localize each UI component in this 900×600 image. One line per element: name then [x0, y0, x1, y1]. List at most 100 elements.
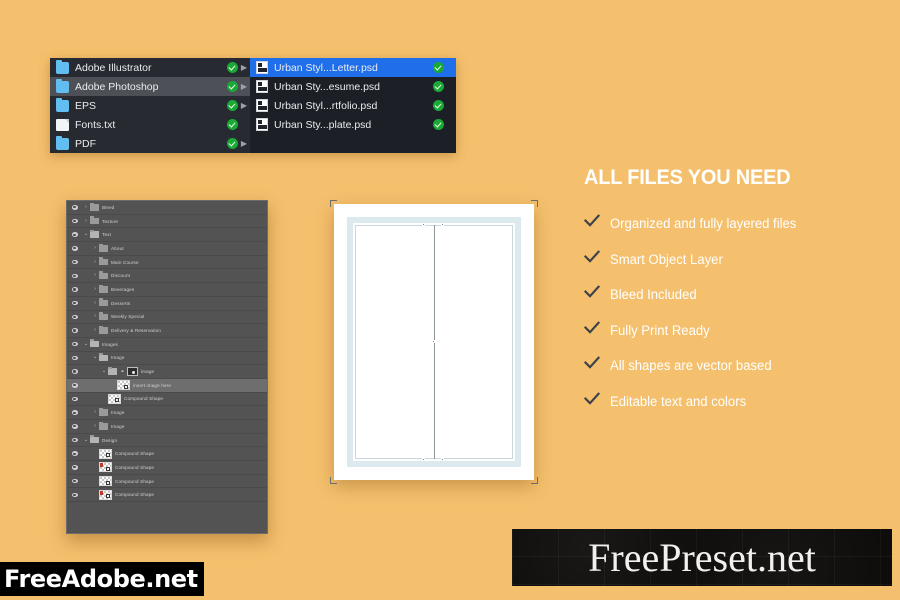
- layer-thumbnail[interactable]: [108, 393, 121, 404]
- layer-row[interactable]: ›Compound Shape: [67, 447, 267, 462]
- file-browser-right-column[interactable]: Urban Styl...Letter.psd▶Urban Sty...esum…: [250, 58, 456, 153]
- layer-row[interactable]: ⌄ Image: [67, 352, 267, 366]
- layer-row[interactable]: ⌄ Images: [67, 338, 267, 352]
- layer-row[interactable]: ›Compound Shape: [67, 393, 267, 407]
- layer-row[interactable]: › About: [67, 242, 267, 256]
- layer-row[interactable]: › Desserts: [67, 297, 267, 311]
- layer-visibility-eye-icon[interactable]: [67, 314, 82, 320]
- layer-visibility-eye-icon[interactable]: [67, 300, 82, 306]
- file-browser-left-column[interactable]: Adobe Illustrator ▶ Adobe Photoshop ▶ EPS ▶ Fo…: [50, 58, 250, 153]
- file-browser-row[interactable]: Urban Sty...plate.psd▶: [250, 115, 456, 134]
- guide-anchor-bottom-right[interactable]: [441, 458, 444, 461]
- chevron-right-icon[interactable]: ›: [82, 204, 90, 210]
- layer-row[interactable]: › Main Course: [67, 256, 267, 270]
- chevron-right-icon[interactable]: ›: [91, 286, 99, 292]
- layer-visibility-eye-icon[interactable]: [67, 355, 82, 361]
- photoshop-layers-panel[interactable]: › Bleed › Texture ⌄ Text › About › Main Course › Di…: [66, 200, 268, 534]
- guide-anchor-top-right[interactable]: [441, 223, 444, 226]
- chevron-right-icon[interactable]: ›: [91, 300, 99, 306]
- layer-folder-icon: [90, 435, 99, 444]
- layer-visibility-eye-icon[interactable]: [67, 478, 82, 484]
- layer-visibility-eye-icon[interactable]: [67, 424, 82, 429]
- chevron-right-icon[interactable]: ›: [91, 314, 99, 319]
- layer-visibility-eye-icon[interactable]: [67, 437, 82, 443]
- guide-anchor-bottom-left[interactable]: [422, 458, 425, 461]
- chevron-right-icon[interactable]: ›: [91, 259, 99, 265]
- checkmark-icon: [583, 285, 610, 304]
- layer-name-label: Texture: [102, 218, 119, 224]
- layer-visibility-eye-icon[interactable]: [67, 218, 82, 224]
- layer-visibility-eye-icon[interactable]: [67, 396, 82, 402]
- layer-thumbnail[interactable]: [99, 462, 112, 473]
- file-name-label: Urban Sty...plate.psd: [274, 118, 372, 131]
- layer-row[interactable]: › Bleed: [67, 201, 267, 215]
- file-browser-row[interactable]: EPS ▶: [50, 96, 250, 115]
- layer-row[interactable]: › Image: [67, 406, 267, 420]
- chevron-right-icon[interactable]: ›: [91, 245, 99, 251]
- chevron-right-icon[interactable]: ›: [91, 410, 99, 415]
- layer-row[interactable]: ›insert image here: [67, 378, 267, 393]
- layer-visibility-eye-icon[interactable]: [67, 232, 82, 237]
- disclosure-arrow-icon[interactable]: ▶: [238, 101, 250, 110]
- layer-name-label: Compound Shape: [115, 492, 155, 498]
- chevron-right-icon[interactable]: ›: [82, 218, 90, 224]
- file-browser-row[interactable]: Urban Sty...esume.psd▶: [250, 77, 456, 96]
- disclosure-arrow-icon[interactable]: ▶: [238, 139, 250, 148]
- layer-mask-thumbnail[interactable]: [127, 367, 138, 377]
- psd-file-icon: [256, 118, 268, 131]
- folder-icon: [56, 59, 69, 74]
- layer-row[interactable]: ⌄ Text: [67, 228, 267, 243]
- layer-visibility-eye-icon[interactable]: [67, 273, 82, 279]
- file-browser-row[interactable]: PDF ▶: [50, 134, 250, 153]
- layer-visibility-eye-icon[interactable]: [67, 383, 82, 388]
- layer-thumbnail[interactable]: [99, 476, 112, 487]
- layer-visibility-eye-icon[interactable]: [67, 410, 82, 415]
- chevron-down-icon[interactable]: ⌄: [82, 232, 90, 237]
- layer-row[interactable]: › Beverages: [67, 283, 267, 297]
- layer-visibility-eye-icon[interactable]: [67, 246, 82, 251]
- layer-thumbnail[interactable]: [117, 380, 130, 391]
- layer-row[interactable]: › Delivery & Reservation: [67, 324, 267, 338]
- guide-anchor-top-left[interactable]: [422, 223, 425, 226]
- file-browser-row[interactable]: Adobe Illustrator ▶: [50, 58, 250, 77]
- file-browser-row[interactable]: Adobe Photoshop ▶: [50, 77, 250, 96]
- guide-anchor-middle[interactable]: [432, 340, 435, 343]
- layer-visibility-eye-icon[interactable]: [67, 465, 82, 470]
- chevron-down-icon[interactable]: ⌄: [82, 341, 90, 347]
- layer-row[interactable]: › Weekly Special: [67, 311, 267, 325]
- layer-row[interactable]: › Texture: [67, 215, 267, 229]
- layer-row[interactable]: › Image: [67, 420, 267, 434]
- layer-row[interactable]: › Discount: [67, 269, 267, 284]
- watermark-right-text: FreePreset.net: [588, 534, 816, 580]
- layer-visibility-eye-icon[interactable]: [67, 287, 82, 292]
- disclosure-arrow-icon[interactable]: ▶: [238, 63, 250, 72]
- layer-visibility-eye-icon[interactable]: [67, 259, 82, 265]
- layer-row[interactable]: ⌄ ⚭ image: [67, 365, 267, 379]
- layer-thumbnail[interactable]: [99, 448, 112, 459]
- layer-visibility-eye-icon[interactable]: [67, 341, 82, 347]
- disclosure-arrow-icon[interactable]: ▶: [238, 82, 250, 91]
- layer-visibility-eye-icon[interactable]: [67, 328, 82, 333]
- chevron-right-icon[interactable]: ›: [91, 273, 99, 278]
- layer-row[interactable]: ›Compound Shape: [67, 461, 267, 475]
- file-browser-row[interactable]: Fonts.txt▶: [50, 115, 250, 134]
- layer-visibility-eye-icon[interactable]: [67, 451, 82, 456]
- chevron-down-icon[interactable]: ⌄: [82, 437, 90, 443]
- chevron-down-icon[interactable]: ⌄: [91, 355, 99, 360]
- chevron-right-icon[interactable]: ›: [91, 423, 99, 429]
- layer-row[interactable]: ⌄ Design: [67, 434, 267, 448]
- layer-visibility-eye-icon[interactable]: [67, 205, 82, 210]
- feature-label: Smart Object Layer: [610, 251, 723, 267]
- layer-visibility-eye-icon[interactable]: [67, 492, 82, 498]
- file-browser-row[interactable]: Urban Styl...rtfolio.psd▶: [250, 96, 456, 115]
- layer-thumbnail[interactable]: [99, 489, 112, 500]
- chevron-down-icon[interactable]: ⌄: [100, 369, 108, 374]
- document-canvas-preview[interactable]: [328, 198, 540, 486]
- file-browser-row[interactable]: Urban Styl...Letter.psd▶: [250, 58, 456, 77]
- chevron-right-icon[interactable]: ›: [91, 328, 99, 333]
- layer-row[interactable]: ›Compound Shape: [67, 488, 267, 503]
- layer-row[interactable]: ›Compound Shape: [67, 475, 267, 489]
- layer-link-icon[interactable]: ⚭: [120, 368, 125, 376]
- layer-visibility-eye-icon[interactable]: [67, 369, 82, 374]
- file-name-label: Adobe Illustrator: [75, 61, 152, 74]
